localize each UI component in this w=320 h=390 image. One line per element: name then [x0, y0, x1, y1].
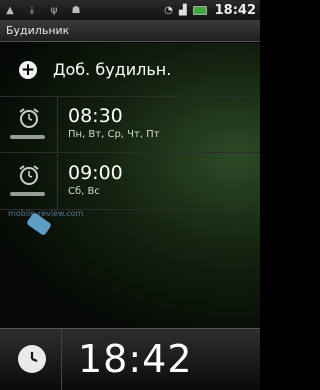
alarm-time: 09:00	[68, 162, 123, 184]
clock-button[interactable]	[0, 329, 62, 390]
wifi-icon: ◔	[164, 4, 173, 16]
signal-icon: ▟	[178, 4, 187, 16]
plus-icon: +	[19, 59, 37, 80]
alarm-clock-icon	[19, 165, 39, 185]
alarm-status-bar	[10, 192, 45, 196]
alarm-status-bar	[10, 135, 45, 139]
page-title: Будильник	[6, 24, 70, 37]
status-time: 18:42	[214, 2, 256, 18]
current-time: 18:42	[78, 337, 193, 381]
clock-icon	[18, 345, 46, 373]
watermark: mobile-review.com	[8, 209, 84, 218]
alarm-days: Пн, Вт, Ср, Чт, Пт	[68, 129, 160, 140]
alarm-toggle[interactable]	[0, 154, 58, 210]
title-bar: Будильник	[0, 20, 260, 42]
usb-icon: ψ	[50, 4, 58, 16]
alarm-time: 08:30	[68, 105, 123, 127]
download-icon: ⤓	[29, 4, 35, 16]
add-alarm-label: Доб. будильн.	[53, 60, 172, 79]
alarm-toggle[interactable]	[0, 97, 58, 153]
battery-icon	[192, 5, 207, 15]
alarm-list: + Доб. будильн. 08:30 Пн, Вт, Ср, Чт, Пт	[0, 43, 260, 328]
alarm-clock-icon	[19, 108, 39, 128]
debug-icon: ☗	[71, 4, 81, 16]
alarm-days: Сб, Вс	[68, 186, 100, 197]
alarm-item[interactable]: 08:30 Пн, Вт, Ср, Чт, Пт	[0, 97, 260, 153]
add-alarm-button[interactable]: + Доб. будильн.	[0, 43, 260, 97]
bottom-clock-bar: 18:42	[0, 328, 260, 390]
status-bar: ▲ ⤓ ψ ☗ ◔ ▟ 18:42	[0, 0, 260, 20]
alarm-item[interactable]: 09:00 Сб, Вс	[0, 154, 260, 210]
notification-icon: ▲	[6, 4, 14, 16]
